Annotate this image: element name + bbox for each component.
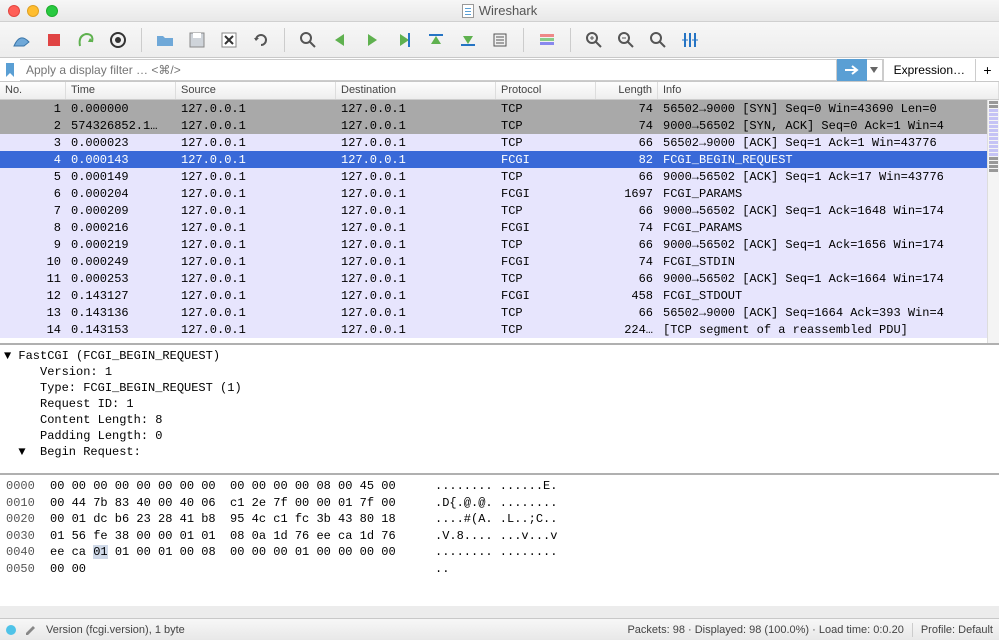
packet-row[interactable]: 50.000149127.0.0.1127.0.0.1TCP669000→565… [0, 168, 999, 185]
filter-bar: Expression… + [0, 58, 999, 82]
packet-row[interactable]: 100.000249127.0.0.1127.0.0.1FCGI74FCGI_S… [0, 253, 999, 270]
col-length[interactable]: Length [596, 82, 658, 99]
packet-list-header[interactable]: No. Time Source Destination Protocol Len… [0, 82, 999, 100]
first-packet-icon[interactable] [422, 26, 450, 54]
shark-fin-icon[interactable] [8, 26, 36, 54]
next-packet-icon[interactable] [358, 26, 386, 54]
zoom-reset-icon[interactable] [644, 26, 672, 54]
detail-line[interactable]: Version: 1 [4, 364, 995, 380]
display-filter-input[interactable] [20, 59, 837, 81]
detail-line[interactable]: Request ID: 1 [4, 396, 995, 412]
col-info[interactable]: Info [658, 82, 999, 99]
apply-filter-button[interactable] [837, 59, 867, 81]
status-bar: Version (fcgi.version), 1 byte Packets: … [0, 618, 999, 640]
expert-info-icon[interactable] [6, 625, 16, 635]
restart-capture-icon[interactable] [72, 26, 100, 54]
detail-line[interactable]: Type: FCGI_BEGIN_REQUEST (1) [4, 380, 995, 396]
packet-row[interactable]: 110.000253127.0.0.1127.0.0.1TCP669000→56… [0, 270, 999, 287]
detail-line[interactable]: Content Length: 8 [4, 412, 995, 428]
packet-row[interactable]: 70.000209127.0.0.1127.0.0.1TCP669000→565… [0, 202, 999, 219]
col-destination[interactable]: Destination [336, 82, 496, 99]
last-packet-icon[interactable] [454, 26, 482, 54]
minimize-window-button[interactable] [27, 5, 39, 17]
document-icon [462, 4, 474, 18]
packet-list-pane: No. Time Source Destination Protocol Len… [0, 82, 999, 345]
find-icon[interactable] [294, 26, 322, 54]
window-title: Wireshark [479, 3, 538, 18]
detail-line[interactable]: Padding Length: 0 [4, 428, 995, 444]
toolbar [0, 22, 999, 58]
hex-row[interactable]: 002000 01 dc b6 23 28 41 b8 95 4c c1 fc … [6, 511, 993, 528]
col-protocol[interactable]: Protocol [496, 82, 596, 99]
zoom-window-button[interactable] [46, 5, 58, 17]
packet-details-pane[interactable]: ▼ FastCGI (FCGI_BEGIN_REQUEST) Version: … [0, 345, 999, 475]
capture-options-icon[interactable] [104, 26, 132, 54]
prev-packet-icon[interactable] [326, 26, 354, 54]
detail-line[interactable]: ▼ Begin Request: [4, 444, 995, 460]
packet-row[interactable]: 40.000143127.0.0.1127.0.0.1FCGI82FCGI_BE… [0, 151, 999, 168]
stop-capture-icon[interactable] [40, 26, 68, 54]
zoom-out-icon[interactable] [612, 26, 640, 54]
edit-icon[interactable] [24, 623, 38, 637]
packet-row[interactable]: 60.000204127.0.0.1127.0.0.1FCGI1697FCGI_… [0, 185, 999, 202]
auto-scroll-icon[interactable] [486, 26, 514, 54]
zoom-in-icon[interactable] [580, 26, 608, 54]
titlebar: Wireshark [0, 0, 999, 22]
packet-row[interactable]: 2574326852.1…127.0.0.1127.0.0.1TCP749000… [0, 117, 999, 134]
hex-row[interactable]: 003001 56 fe 38 00 00 01 01 08 0a 1d 76 … [6, 528, 993, 545]
packet-row[interactable]: 30.000023127.0.0.1127.0.0.1TCP6656502→90… [0, 134, 999, 151]
hex-row[interactable]: 000000 00 00 00 00 00 00 00 00 00 00 00 … [6, 478, 993, 495]
status-packets: Packets: 98 · Displayed: 98 (100.0%) · L… [627, 624, 903, 636]
packet-row[interactable]: 120.143127127.0.0.1127.0.0.1FCGI458FCGI_… [0, 287, 999, 304]
close-file-icon[interactable] [215, 26, 243, 54]
packet-list-scrollbar[interactable] [987, 100, 999, 343]
packet-row[interactable]: 130.143136127.0.0.1127.0.0.1TCP6656502→9… [0, 304, 999, 321]
filter-history-dropdown[interactable] [867, 59, 883, 81]
resize-columns-icon[interactable] [676, 26, 704, 54]
reload-file-icon[interactable] [247, 26, 275, 54]
packet-row[interactable]: 80.000216127.0.0.1127.0.0.1FCGI74FCGI_PA… [0, 219, 999, 236]
colorize-icon[interactable] [533, 26, 561, 54]
packet-bytes-pane[interactable]: 000000 00 00 00 00 00 00 00 00 00 00 00 … [0, 475, 999, 606]
col-no[interactable]: No. [0, 82, 66, 99]
hex-row[interactable]: 005000 00.. [6, 561, 993, 578]
status-profile[interactable]: Profile: Default [921, 624, 993, 636]
packet-row[interactable]: 90.000219127.0.0.1127.0.0.1TCP669000→565… [0, 236, 999, 253]
hex-row[interactable]: 0040ee ca 01 01 00 01 00 08 00 00 00 01 … [6, 544, 993, 561]
bookmark-icon[interactable] [0, 59, 20, 81]
detail-line[interactable]: ▼ FastCGI (FCGI_BEGIN_REQUEST) [4, 348, 995, 364]
goto-packet-icon[interactable] [390, 26, 418, 54]
col-source[interactable]: Source [176, 82, 336, 99]
expression-button[interactable]: Expression… [883, 59, 975, 81]
status-field-info: Version (fcgi.version), 1 byte [46, 624, 185, 636]
packet-row[interactable]: 10.000000127.0.0.1127.0.0.1TCP7456502→90… [0, 100, 999, 117]
add-filter-button[interactable]: + [975, 59, 999, 81]
open-file-icon[interactable] [151, 26, 179, 54]
hex-row[interactable]: 001000 44 7b 83 40 00 40 06 c1 2e 7f 00 … [6, 495, 993, 512]
save-file-icon[interactable] [183, 26, 211, 54]
close-window-button[interactable] [8, 5, 20, 17]
packet-row[interactable]: 140.143153127.0.0.1127.0.0.1TCP224…[TCP … [0, 321, 999, 338]
col-time[interactable]: Time [66, 82, 176, 99]
